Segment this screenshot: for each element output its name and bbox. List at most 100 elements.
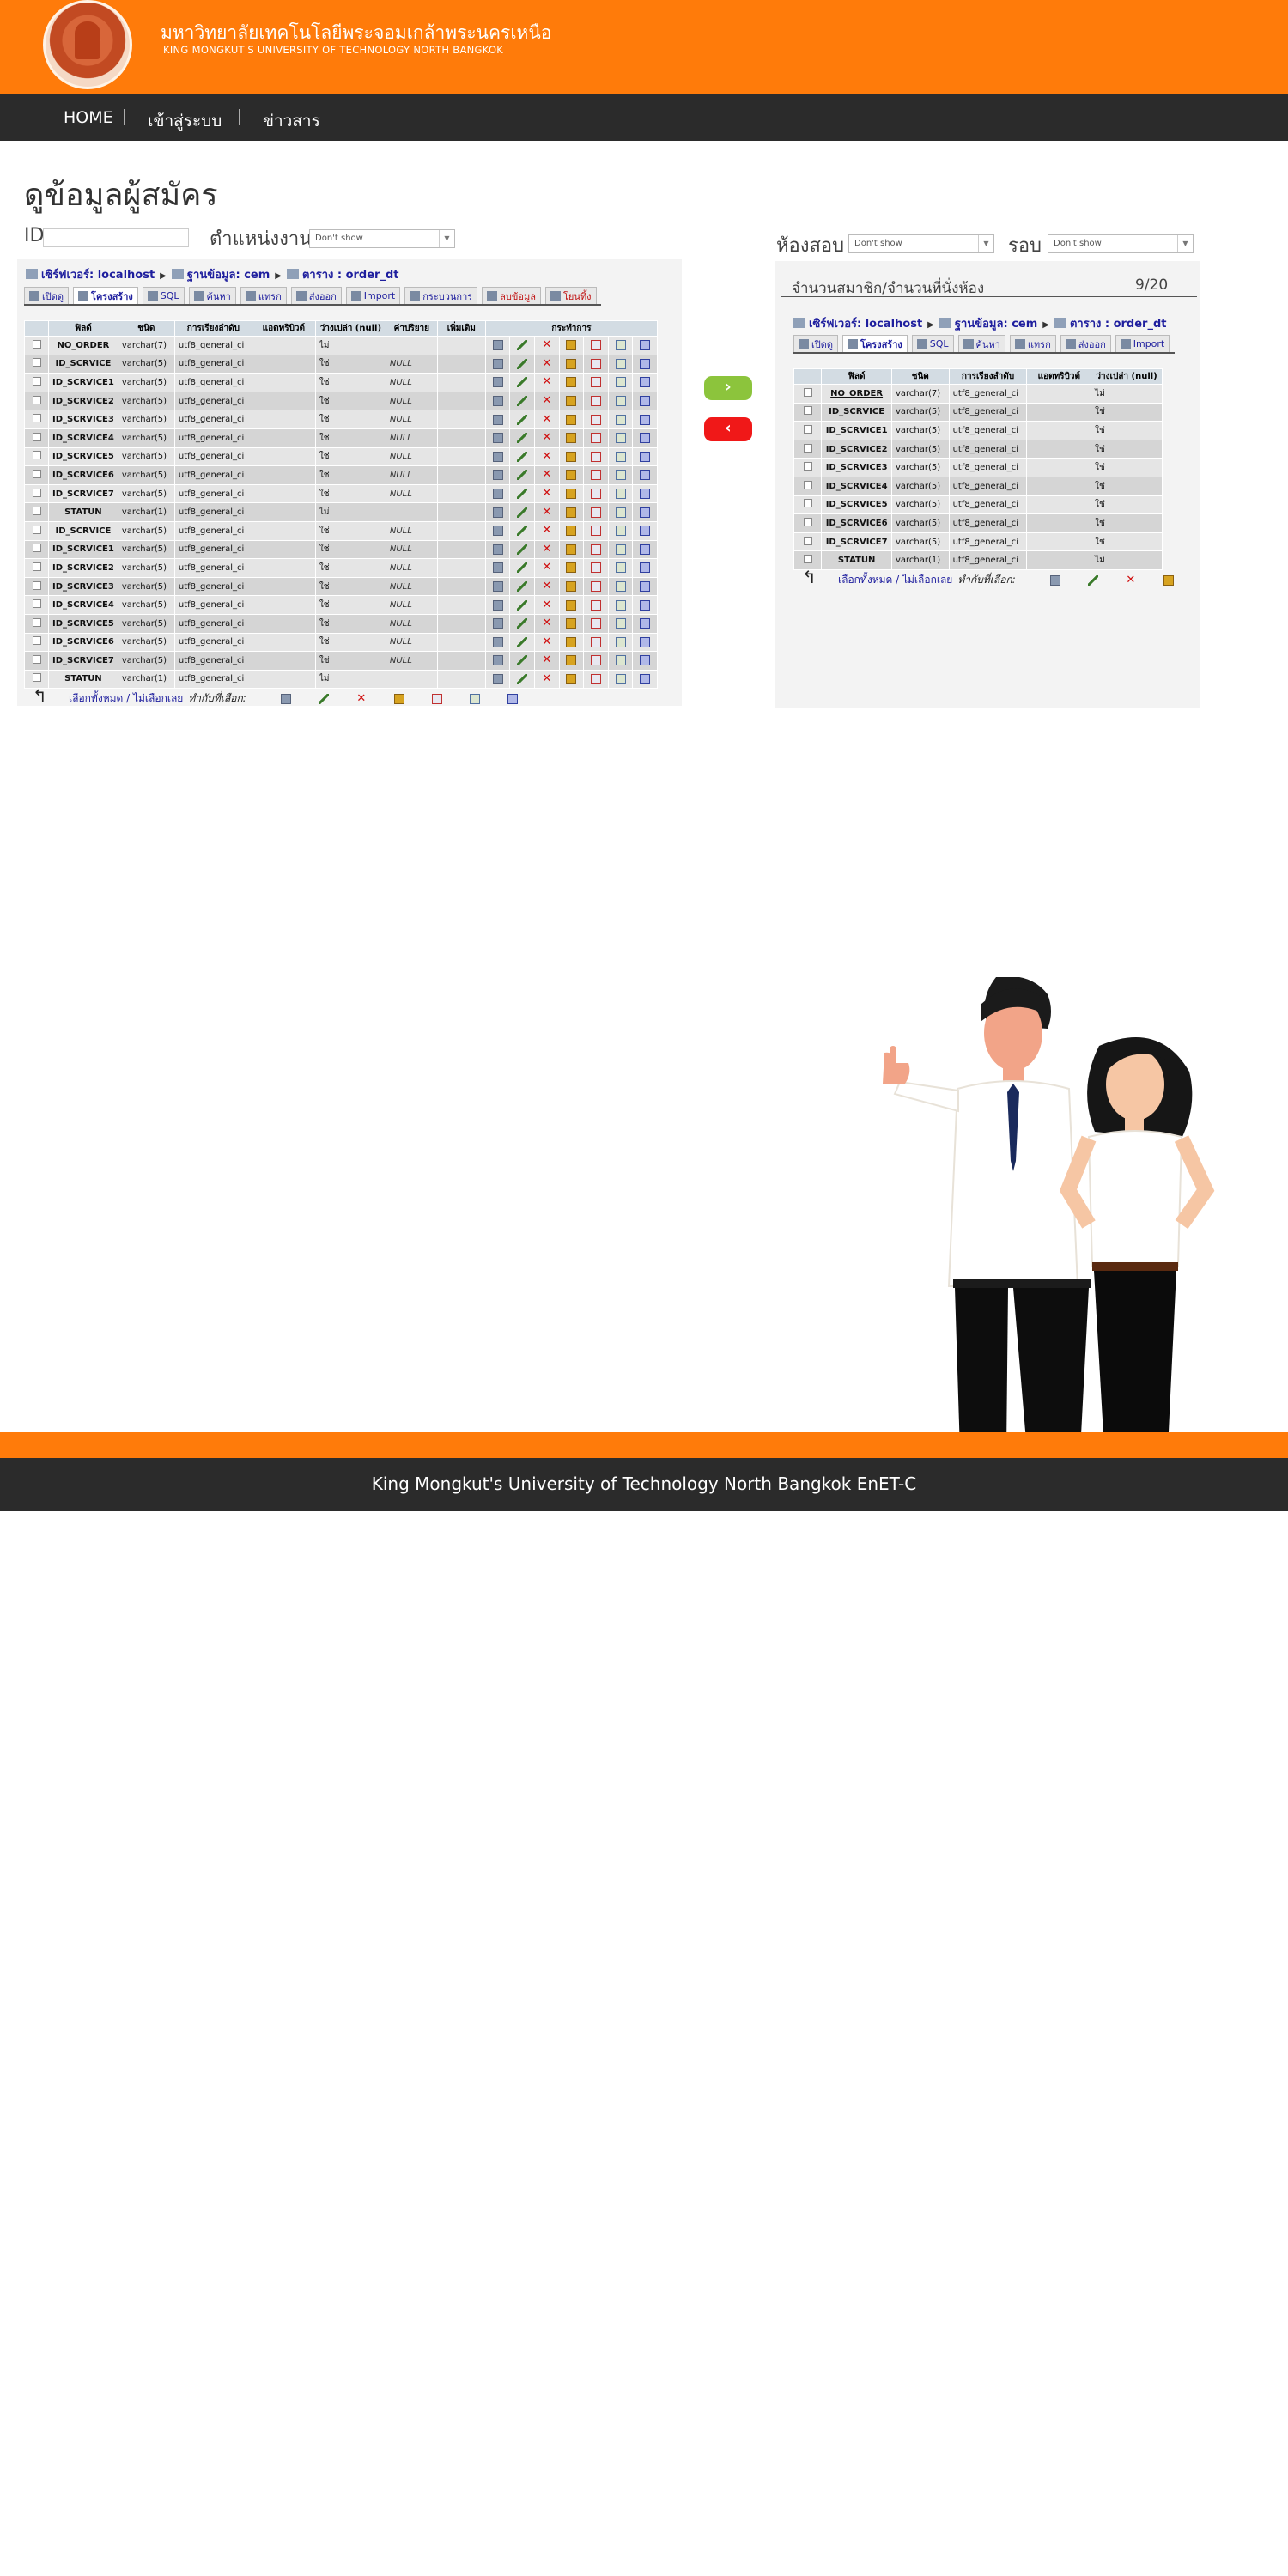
field-name[interactable]: ID_SCRVICE6 xyxy=(48,465,118,485)
id-input[interactable] xyxy=(43,228,189,247)
row-checkbox[interactable] xyxy=(32,525,41,534)
index-icon[interactable] xyxy=(615,451,626,462)
primary-key-icon[interactable] xyxy=(566,358,577,369)
primary-key-icon[interactable] xyxy=(566,489,577,500)
unique-icon[interactable] xyxy=(590,507,601,518)
unique-icon[interactable] xyxy=(590,599,601,611)
primary-key-icon[interactable] xyxy=(566,618,577,629)
browse-icon[interactable] xyxy=(492,618,503,629)
edit-icon[interactable] xyxy=(517,526,528,537)
row-checkbox[interactable] xyxy=(803,499,812,508)
edit-icon[interactable] xyxy=(517,581,528,592)
primary-key-icon[interactable] xyxy=(393,693,404,704)
row-checkbox[interactable] xyxy=(32,358,41,368)
index-icon[interactable] xyxy=(615,581,626,592)
field-name[interactable]: ID_SCRVICE1 xyxy=(821,421,892,440)
unique-icon[interactable] xyxy=(590,377,601,388)
tab-item[interactable]: ส่งออก xyxy=(1060,335,1111,352)
row-checkbox[interactable] xyxy=(32,414,41,423)
drop-icon[interactable]: ✕ xyxy=(542,562,552,573)
field-name[interactable]: ID_SCRVICE3 xyxy=(48,410,118,429)
drop-icon[interactable]: ✕ xyxy=(542,525,552,536)
browse-icon[interactable] xyxy=(492,599,503,611)
drop-icon[interactable]: ✕ xyxy=(542,673,552,684)
tab-item[interactable]: โยนทิ้ง xyxy=(545,287,597,304)
unique-icon[interactable] xyxy=(590,581,601,592)
nav-login[interactable]: เข้าสู่ระบบ xyxy=(148,108,222,134)
row-checkbox[interactable] xyxy=(32,580,41,590)
field-name[interactable]: ID_SCRVICE4 xyxy=(48,428,118,448)
unique-icon[interactable] xyxy=(590,433,601,444)
browse-icon[interactable] xyxy=(492,636,503,647)
browse-icon[interactable] xyxy=(492,340,503,351)
fulltext-icon[interactable] xyxy=(640,673,651,684)
drop-icon[interactable]: ✕ xyxy=(542,580,552,592)
row-checkbox[interactable] xyxy=(32,599,41,609)
index-icon[interactable] xyxy=(615,526,626,537)
fulltext-icon[interactable] xyxy=(640,451,651,462)
edit-icon[interactable] xyxy=(517,562,528,574)
edit-icon[interactable] xyxy=(517,673,528,684)
index-icon[interactable] xyxy=(615,396,626,407)
tab-item[interactable]: กระบวนการ xyxy=(404,287,478,304)
tab-item[interactable]: โครงสร้าง xyxy=(842,335,908,352)
breadcrumb-table[interactable]: ตาราง : order_dt xyxy=(1070,318,1167,331)
drop-icon[interactable]: ✕ xyxy=(542,432,552,443)
row-checkbox[interactable] xyxy=(803,536,812,545)
drop-icon[interactable]: ✕ xyxy=(542,376,552,387)
primary-key-icon[interactable] xyxy=(566,581,577,592)
edit-icon[interactable] xyxy=(517,396,528,407)
edit-icon[interactable] xyxy=(1087,574,1098,586)
move-right-button[interactable]: › xyxy=(704,376,752,400)
field-name[interactable]: ID_SCRVICE4 xyxy=(48,595,118,615)
edit-icon[interactable] xyxy=(517,655,528,666)
round-select[interactable]: Don't show ▼ xyxy=(1048,234,1194,253)
drop-icon[interactable]: ✕ xyxy=(542,469,552,480)
drop-icon[interactable]: ✕ xyxy=(542,451,552,462)
field-name[interactable]: STATUN xyxy=(821,550,892,570)
edit-icon[interactable] xyxy=(517,636,528,647)
unique-icon[interactable] xyxy=(590,562,601,574)
breadcrumb-database[interactable]: ฐานข้อมูล: cem xyxy=(955,318,1037,331)
fulltext-icon[interactable] xyxy=(640,599,651,611)
row-checkbox[interactable] xyxy=(32,488,41,497)
field-name[interactable]: ID_SCRVICE5 xyxy=(48,613,118,634)
tab-item[interactable]: แทรก xyxy=(1009,335,1056,352)
index-icon[interactable] xyxy=(615,673,626,684)
index-icon[interactable] xyxy=(469,693,480,704)
index-icon[interactable] xyxy=(615,507,626,518)
edit-icon[interactable] xyxy=(517,470,528,481)
fulltext-icon[interactable] xyxy=(640,358,651,369)
unique-icon[interactable] xyxy=(590,489,601,500)
browse-icon[interactable] xyxy=(492,358,503,369)
field-name[interactable]: ID_SCRVICE2 xyxy=(821,439,892,459)
index-icon[interactable] xyxy=(615,433,626,444)
browse-icon[interactable] xyxy=(492,562,503,574)
unique-icon[interactable] xyxy=(590,414,601,425)
primary-key-icon[interactable] xyxy=(566,396,577,407)
field-name[interactable]: ID_SCRVICE3 xyxy=(48,576,118,597)
fulltext-icon[interactable] xyxy=(640,636,651,647)
unique-icon[interactable] xyxy=(590,673,601,684)
breadcrumb-table[interactable]: ตาราง : order_dt xyxy=(302,269,399,282)
fulltext-icon[interactable] xyxy=(640,618,651,629)
index-icon[interactable] xyxy=(615,377,626,388)
breadcrumb-server[interactable]: เซิร์ฟเวอร์: localhost xyxy=(809,318,922,331)
browse-icon[interactable] xyxy=(280,693,291,704)
row-checkbox[interactable] xyxy=(803,462,812,471)
field-name[interactable]: ID_SCRVICE3 xyxy=(821,458,892,477)
fulltext-icon[interactable] xyxy=(640,340,651,351)
row-checkbox[interactable] xyxy=(803,443,812,453)
unique-icon[interactable] xyxy=(590,358,601,369)
field-name[interactable]: ID_SCRVICE7 xyxy=(48,651,118,671)
unique-icon[interactable] xyxy=(431,693,442,704)
field-name[interactable]: ID_SCRVICE5 xyxy=(821,495,892,515)
row-checkbox[interactable] xyxy=(32,339,41,349)
move-left-button[interactable]: ‹ xyxy=(704,417,752,441)
field-name[interactable]: ID_SCRVICE xyxy=(48,354,118,374)
browse-icon[interactable] xyxy=(492,655,503,666)
browse-icon[interactable] xyxy=(492,377,503,388)
field-name[interactable]: ID_SCRVICE7 xyxy=(821,532,892,552)
browse-icon[interactable] xyxy=(492,470,503,481)
drop-icon[interactable]: ✕ xyxy=(542,654,552,665)
